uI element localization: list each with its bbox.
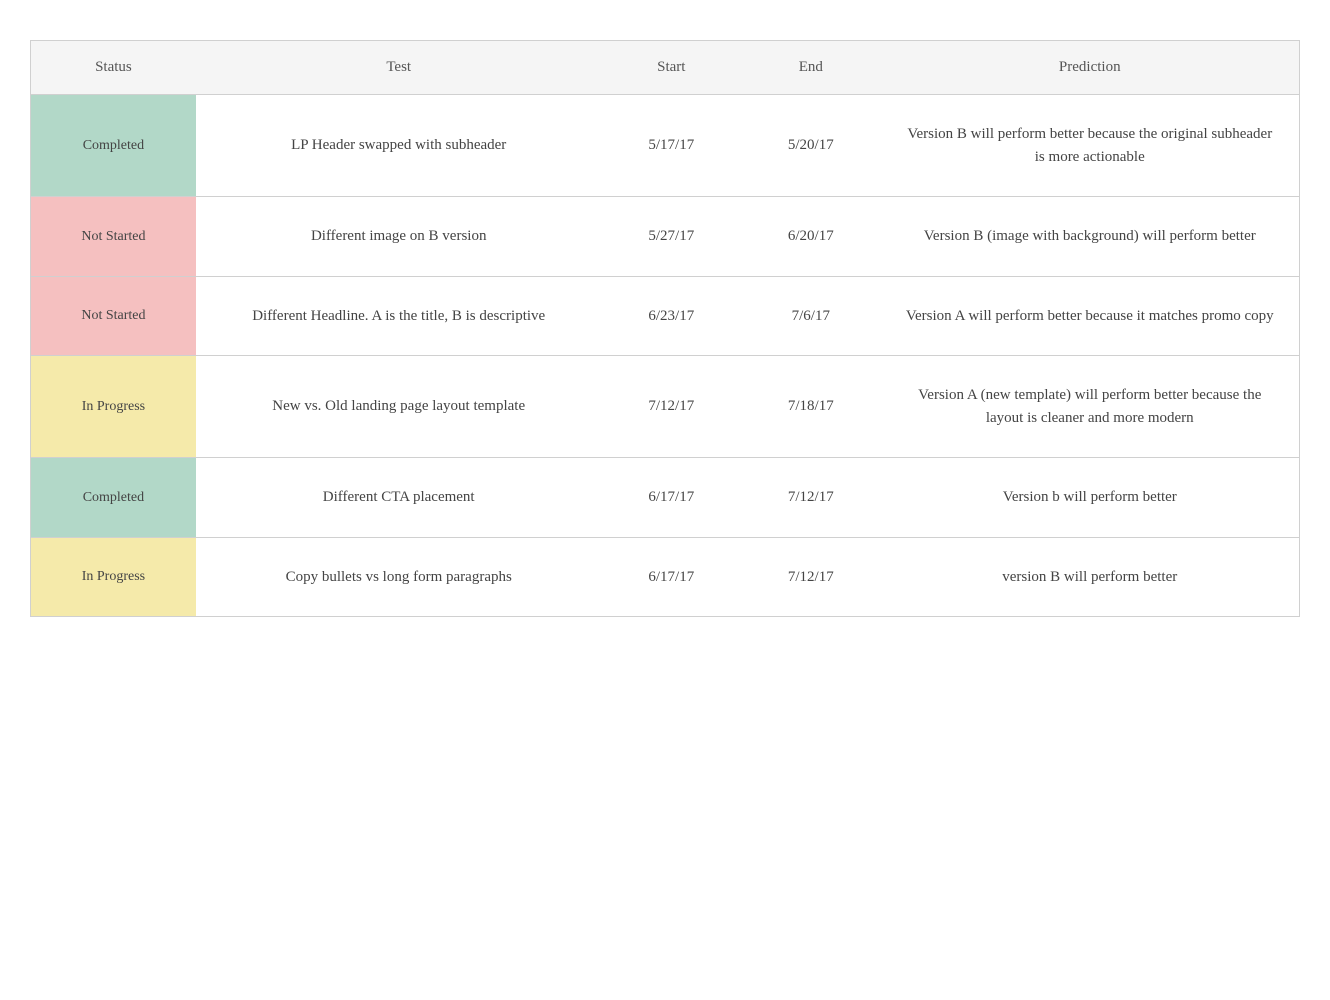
prediction-cell: Version b will perform better [881,458,1299,538]
end-cell: 7/12/17 [741,537,880,616]
table-row: In Progress New vs. Old landing page lay… [31,356,1299,458]
test-cell: LP Header swapped with subheader [196,95,602,197]
status-cell: Not Started [31,197,196,277]
end-cell: 5/20/17 [741,95,880,197]
prediction-cell: Version A (new template) will perform be… [881,356,1299,458]
table-row: Completed Different CTA placement 6/17/1… [31,458,1299,538]
header-end: End [741,41,880,95]
end-cell: 7/18/17 [741,356,880,458]
end-cell: 7/6/17 [741,276,880,356]
test-cell: Copy bullets vs long form paragraphs [196,537,602,616]
prediction-cell: Version A will perform better because it… [881,276,1299,356]
header-status: Status [31,41,196,95]
start-cell: 7/12/17 [602,356,741,458]
header-start: Start [602,41,741,95]
test-cell: Different image on B version [196,197,602,277]
start-cell: 6/23/17 [602,276,741,356]
start-cell: 6/17/17 [602,537,741,616]
start-cell: 5/17/17 [602,95,741,197]
status-cell: Completed [31,95,196,197]
header-test: Test [196,41,602,95]
table-row: In Progress Copy bullets vs long form pa… [31,537,1299,616]
ab-test-table: Status Test Start End Prediction Complet… [30,40,1300,617]
table-row: Completed LP Header swapped with subhead… [31,95,1299,197]
table-row: Not Started Different Headline. A is the… [31,276,1299,356]
end-cell: 6/20/17 [741,197,880,277]
prediction-cell: Version B (image with background) will p… [881,197,1299,277]
header-prediction: Prediction [881,41,1299,95]
status-cell: In Progress [31,537,196,616]
start-cell: 5/27/17 [602,197,741,277]
test-cell: Different CTA placement [196,458,602,538]
status-cell: In Progress [31,356,196,458]
status-cell: Not Started [31,276,196,356]
table-header-row: Status Test Start End Prediction [31,41,1299,95]
prediction-cell: Version B will perform better because th… [881,95,1299,197]
test-cell: New vs. Old landing page layout template [196,356,602,458]
table-row: Not Started Different image on B version… [31,197,1299,277]
prediction-cell: version B will perform better [881,537,1299,616]
end-cell: 7/12/17 [741,458,880,538]
test-cell: Different Headline. A is the title, B is… [196,276,602,356]
start-cell: 6/17/17 [602,458,741,538]
status-cell: Completed [31,458,196,538]
